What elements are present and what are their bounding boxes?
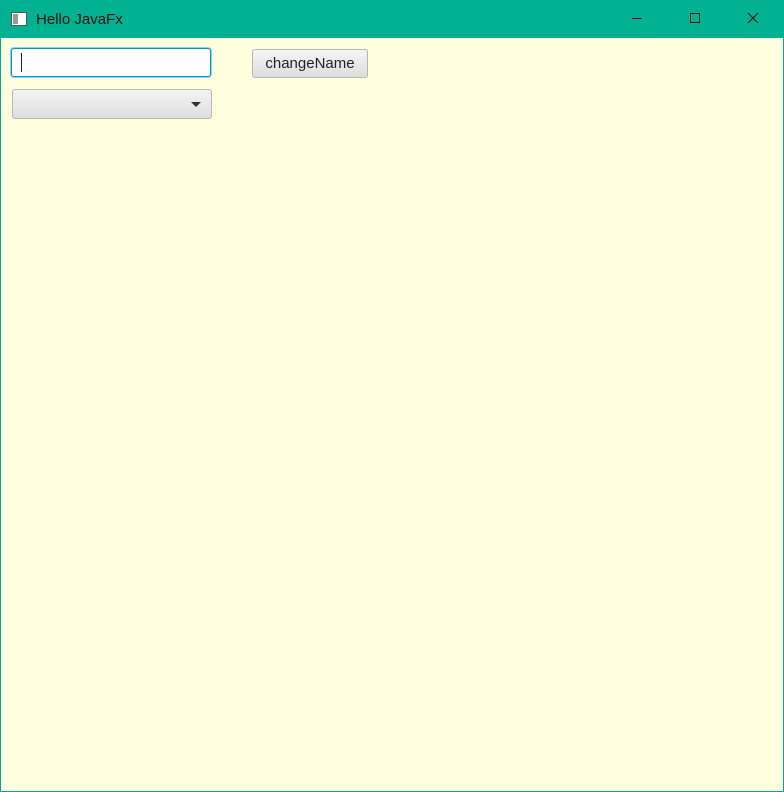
app-window: Hello JavaFx changeName: [0, 0, 784, 792]
dropdown-arrow-icon: [191, 102, 201, 107]
window-title: Hello JavaFx: [36, 11, 123, 28]
combo-box[interactable]: [12, 89, 212, 119]
title-bar[interactable]: Hello JavaFx: [1, 1, 783, 38]
content-pane: changeName: [1, 38, 783, 791]
minimize-button[interactable]: [608, 1, 666, 38]
change-name-button[interactable]: changeName: [252, 49, 368, 78]
minimize-icon: [631, 11, 643, 29]
text-caret: [21, 53, 22, 72]
maximize-button[interactable]: [666, 1, 724, 38]
close-button[interactable]: [724, 1, 782, 38]
close-icon: [747, 11, 759, 29]
name-text-field[interactable]: [11, 48, 211, 77]
maximize-icon: [689, 11, 701, 29]
window-app-icon: [11, 12, 27, 26]
